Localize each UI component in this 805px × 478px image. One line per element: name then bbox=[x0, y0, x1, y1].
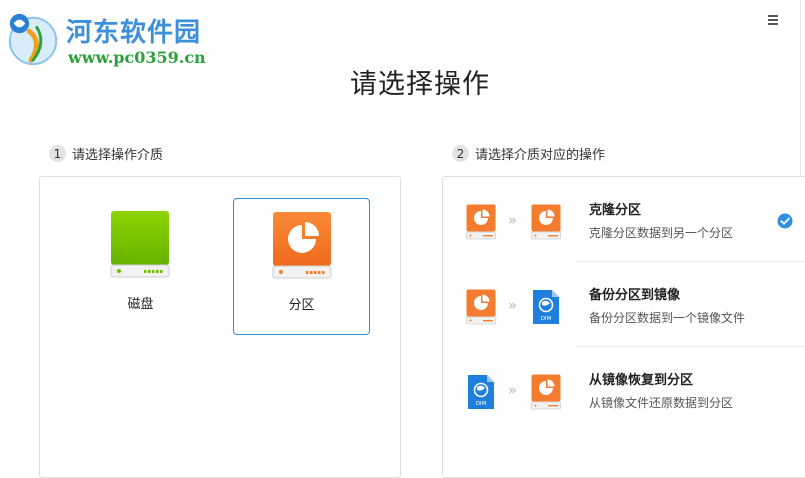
step-1-label: 请选择操作介质 bbox=[72, 148, 164, 163]
page-title: 请选择操作 bbox=[350, 69, 490, 100]
media-option-partition[interactable]: 分区 bbox=[233, 198, 370, 335]
media-option-disk[interactable]: 磁盘 bbox=[72, 198, 209, 335]
media-option-label: 分区 bbox=[288, 298, 315, 313]
arrow-right-icon: » bbox=[508, 211, 517, 229]
operation-backup-to-image[interactable]: » DIM 备份分区到镜像 备份分区数据到一个镜像文件 bbox=[443, 262, 805, 347]
step-2-heading: 2 请选择介质对应的操作 bbox=[452, 144, 605, 163]
watermark-title: 河东软件园 bbox=[66, 18, 202, 48]
partition-icon bbox=[272, 212, 332, 279]
operation-clone-partition[interactable]: » 克隆分区 克隆分区数据到另一个分区 bbox=[443, 177, 805, 262]
checkmark-icon bbox=[777, 213, 793, 229]
image-file-icon: DIM bbox=[533, 290, 559, 324]
partition-icon bbox=[466, 204, 496, 240]
operations-panel: » 克隆分区 克隆分区数据到另一个分区 » DIM 备份分区到镜像 备份分区数据… bbox=[442, 176, 805, 478]
media-panel: 磁盘 分区 bbox=[39, 176, 401, 478]
step-1-heading: 1 请选择操作介质 bbox=[49, 144, 163, 163]
watermark-logo-icon bbox=[8, 13, 58, 66]
step-number-badge: 2 bbox=[452, 145, 469, 162]
hamburger-menu-icon[interactable] bbox=[764, 14, 782, 30]
image-file-icon: DIM bbox=[468, 375, 494, 409]
partition-icon bbox=[466, 289, 496, 325]
watermark: 河东软件园 www.pc0359.cn bbox=[4, 8, 219, 68]
media-option-label: 磁盘 bbox=[127, 297, 154, 312]
partition-icon bbox=[531, 374, 561, 410]
operation-title: 从镜像恢复到分区 bbox=[589, 373, 694, 388]
operation-restore-from-image[interactable]: DIM » 从镜像恢复到分区 从镜像文件还原数据到分区 bbox=[443, 347, 805, 432]
partition-icon bbox=[531, 204, 561, 240]
operation-description: 备份分区数据到一个镜像文件 bbox=[589, 311, 746, 325]
operation-description: 克隆分区数据到另一个分区 bbox=[589, 226, 734, 240]
step-2-label: 请选择介质对应的操作 bbox=[475, 148, 606, 163]
arrow-right-icon: » bbox=[508, 296, 517, 314]
arrow-right-icon: » bbox=[508, 381, 517, 399]
image-tag: DIM bbox=[476, 401, 487, 407]
operation-title: 克隆分区 bbox=[589, 203, 642, 218]
disk-icon bbox=[110, 211, 170, 278]
image-tag: DIM bbox=[541, 316, 552, 322]
operation-description: 从镜像文件还原数据到分区 bbox=[589, 396, 734, 410]
operation-title: 备份分区到镜像 bbox=[589, 288, 681, 303]
step-number-badge: 1 bbox=[49, 145, 66, 162]
